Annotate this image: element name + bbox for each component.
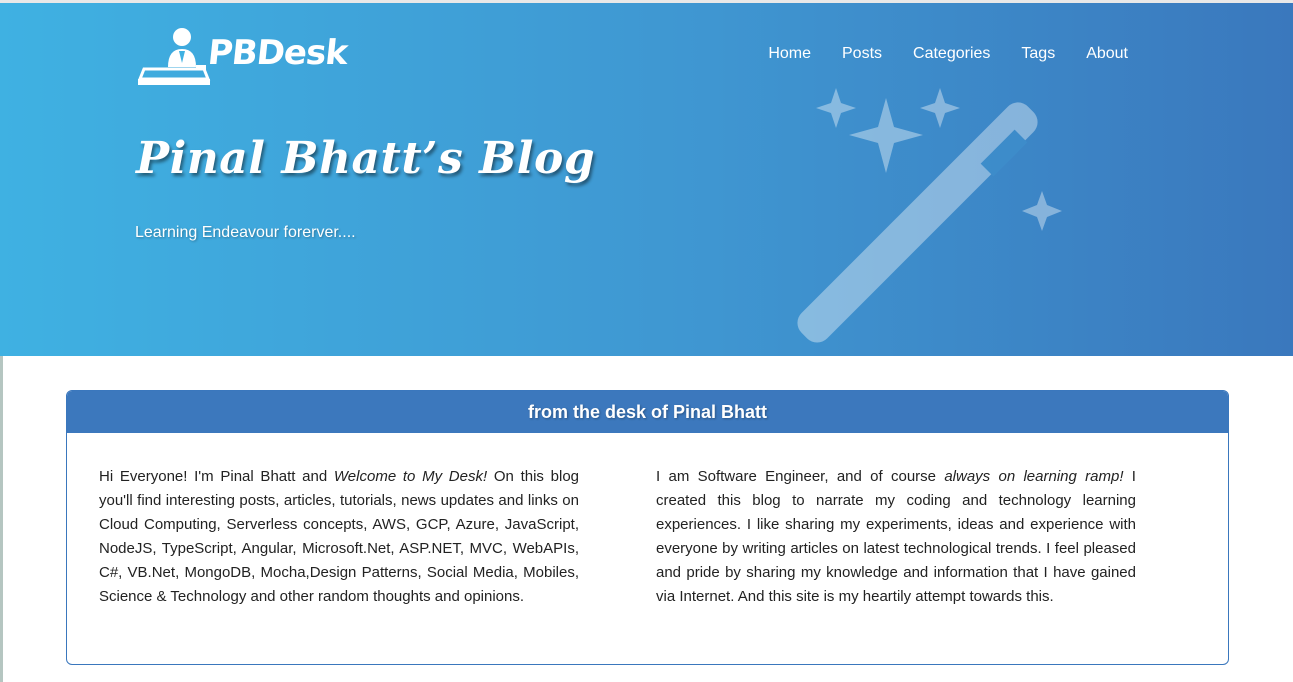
intro-right-emphasis: always on learning ramp! <box>944 468 1124 485</box>
nav-categories[interactable]: Categories <box>913 45 990 63</box>
intro-right-paragraph: I am Software Engineer, and of course al… <box>656 465 1136 609</box>
magic-wand-icon <box>797 88 1062 343</box>
hero-banner: PBDesk Home Posts Categories Tags About … <box>0 0 1293 356</box>
blog-title: Pinal Bhatt’s Blog <box>136 133 596 184</box>
nav-home[interactable]: Home <box>768 45 811 63</box>
site-logo[interactable]: PBDesk <box>138 23 349 87</box>
intro-right-text-2: I created this blog to narrate my coding… <box>656 468 1136 605</box>
intro-left-emphasis: Welcome to My Desk! <box>333 468 488 485</box>
nav-posts[interactable]: Posts <box>842 45 882 63</box>
main-nav: Home Posts Categories Tags About <box>737 45 1128 63</box>
card-title: from the desk of Pinal Bhatt <box>67 391 1228 433</box>
logo-text: PBDesk <box>205 33 350 73</box>
intro-left-paragraph: Hi Everyone! I'm Pinal Bhatt and Welcome… <box>99 465 579 609</box>
nav-about[interactable]: About <box>1086 45 1128 63</box>
intro-left-text-1: Hi Everyone! I'm Pinal Bhatt and <box>99 468 334 485</box>
nav-tags[interactable]: Tags <box>1021 45 1055 63</box>
desk-person-icon <box>138 28 211 85</box>
blog-tagline: Learning Endeavour forerver.... <box>135 224 356 241</box>
intro-left-text-2: On this blog you'll find interesting pos… <box>99 468 580 605</box>
intro-card: from the desk of Pinal Bhatt Hi Everyone… <box>66 390 1229 665</box>
intro-right-text-1: I am Software Engineer, and of course <box>656 468 945 485</box>
